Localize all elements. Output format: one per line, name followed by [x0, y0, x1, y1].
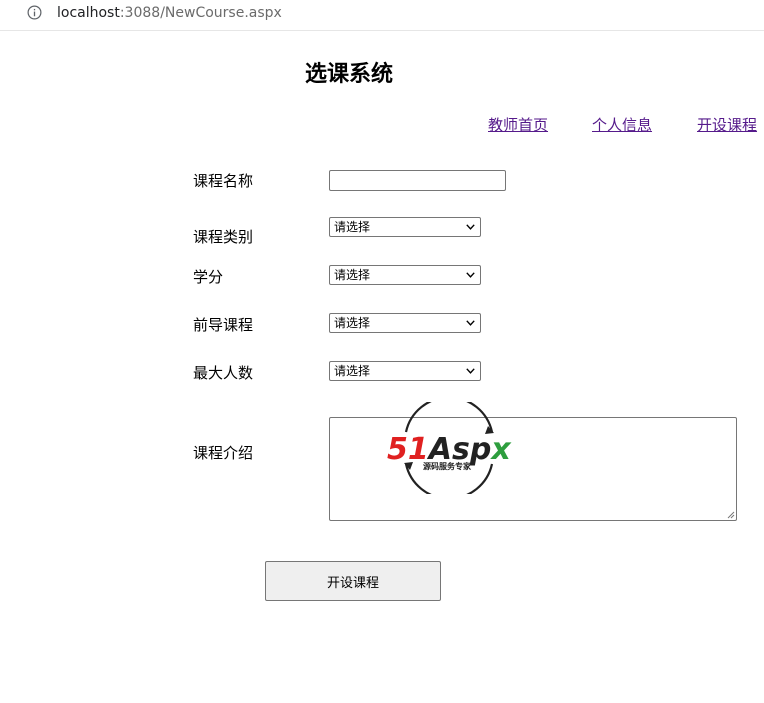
credit-label: 学分	[193, 268, 224, 286]
watermark-logo: 51Aspx 源码服务专家	[387, 402, 512, 494]
course-category-value: 请选择	[334, 220, 371, 234]
prerequisite-value: 请选择	[334, 316, 371, 330]
url-host: localhost	[57, 5, 120, 21]
course-name-label: 课程名称	[193, 172, 254, 190]
chevron-down-icon	[466, 320, 475, 326]
chevron-down-icon	[466, 224, 475, 230]
max-students-label: 最大人数	[193, 364, 254, 382]
open-course-button[interactable]: 开设课程	[265, 561, 441, 601]
resize-grip-icon[interactable]	[727, 511, 735, 519]
url-text[interactable]: localhost:3088/NewCourse.aspx	[57, 5, 282, 21]
course-category-label: 课程类别	[193, 228, 254, 246]
nav-link-teacher-home[interactable]: 教师首页	[488, 115, 548, 135]
watermark-tagline: 源码服务专家	[423, 461, 472, 471]
credit-select[interactable]: 请选择	[329, 265, 481, 285]
nav-link-open-course[interactable]: 开设课程	[697, 115, 757, 135]
credit-value: 请选择	[334, 268, 371, 282]
prerequisite-label: 前导课程	[193, 316, 254, 334]
max-students-value: 请选择	[334, 364, 371, 378]
max-students-select[interactable]: 请选择	[329, 361, 481, 381]
browser-address-bar[interactable]: localhost:3088/NewCourse.aspx	[0, 0, 764, 31]
url-path: :3088/NewCourse.aspx	[119, 5, 282, 21]
page-title: 选课系统	[305, 62, 394, 87]
course-category-select[interactable]: 请选择	[329, 217, 481, 237]
course-intro-label: 课程介绍	[193, 444, 254, 462]
nav-link-profile[interactable]: 个人信息	[592, 115, 652, 135]
chevron-down-icon	[466, 368, 475, 374]
info-icon[interactable]	[27, 5, 42, 20]
prerequisite-select[interactable]: 请选择	[329, 313, 481, 333]
watermark-brand-green: x	[489, 432, 512, 467]
chevron-down-icon	[466, 272, 475, 278]
course-name-input[interactable]	[329, 170, 506, 191]
